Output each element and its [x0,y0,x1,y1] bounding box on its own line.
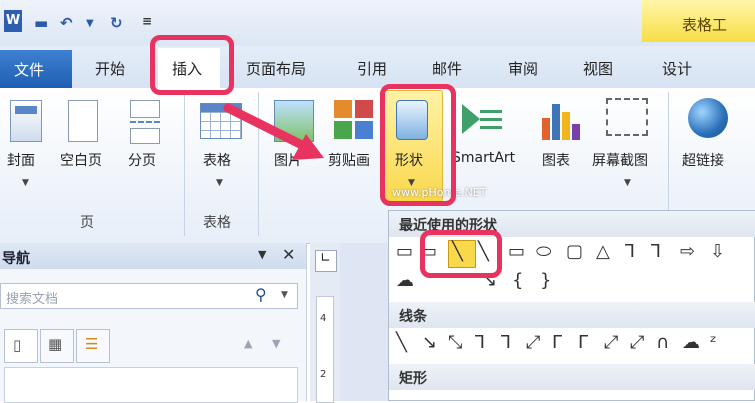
curved-double-arrow-connector-shape-icon[interactable]: ⤢ [604,332,618,353]
screenshot-button[interactable]: 屏幕截图 [592,150,648,170]
clip-art-icon[interactable] [334,100,374,140]
curved-arrow-connector-shape-icon[interactable]: ᒥ [578,332,588,353]
ruler-mark: 4 [320,313,327,324]
oval-shape-icon[interactable]: ⬭ [536,241,551,262]
shapes-button-callout [380,84,456,206]
tab-file-label: 文件 [14,61,45,79]
grid-icon: ▦ [48,335,63,353]
chevron-down-icon[interactable]: ▼ [216,178,223,188]
double-arrow-shape-icon[interactable]: ⤡ [448,332,462,353]
page-break-icon[interactable] [130,100,160,144]
elbow-double-arrow-connector-shape-icon[interactable]: ⤢ [526,332,540,353]
tab-design[interactable]: 设计 [662,58,692,79]
pages-view-tab[interactable]: ▦ [40,329,74,363]
right-arrow-shape-icon[interactable]: ⇨ [680,241,695,262]
annotation-arrow [223,103,324,160]
rectangles-title: 矩形 [399,371,427,387]
line-shape-callout [420,230,502,278]
search-placeholder: 搜索文档 [6,292,59,307]
rounded-rectangle-shape-icon[interactable]: ▢ [566,241,583,262]
elbow-arrow-shape-icon[interactable]: ᒣ [650,241,661,262]
smartart-button[interactable]: SmartArt [452,150,515,166]
curve-shape-icon[interactable]: ⤢ [630,332,644,353]
undo-dropdown-icon[interactable]: ▼ [86,18,94,29]
document-outline-icon: ▯ [13,336,22,354]
undo-icon[interactable]: ↶ [60,14,73,32]
tab-references[interactable]: 引用 [357,58,387,79]
elbow-connector-shape-icon[interactable]: ᒣ [624,241,635,262]
results-view-tab[interactable]: ☰ [76,329,110,363]
nav-pane-title: 导航 [2,251,30,267]
cover-page-button[interactable]: 封面 [7,150,35,170]
chevron-down-icon[interactable]: ▼ [281,290,288,300]
chart-button[interactable]: 图表 [542,150,570,170]
contextual-tab-label: 表格工 [682,16,728,34]
lines-header: 线条 [389,302,755,328]
pages-group-name: 页 [80,215,94,231]
elbow-connector-shape-icon[interactable]: ᒣ [474,332,485,353]
cover-page-icon[interactable] [10,100,42,142]
previous-arrow-icon[interactable]: ▲ [244,337,252,350]
blank-page-button[interactable]: 空白页 [60,150,102,170]
elbow-arrow-connector-shape-icon[interactable]: ᒣ [500,332,511,353]
hyperlink-button[interactable]: 超链接 [682,150,724,170]
save-icon[interactable]: ▬ [34,14,48,32]
tab-home[interactable]: 开始 [95,58,125,79]
search-document-field[interactable]: 搜索文档 ⚲ ▼ [0,283,298,309]
chart-icon[interactable] [540,100,580,140]
arrow-shape-icon[interactable]: ↘ [422,332,437,353]
rectangle-shape-icon[interactable]: ▭ [508,241,525,262]
tab-stop-icon: ∟ [320,251,331,266]
page-break-button[interactable]: 分页 [128,150,156,170]
close-icon[interactable]: ✕ [282,245,295,264]
lines-title: 线条 [399,309,427,325]
arc-shape-icon[interactable]: ∩ [656,332,669,353]
nav-results-area [4,367,298,403]
cloud-shape-icon[interactable]: ☁ [396,270,414,291]
next-arrow-icon[interactable]: ▼ [272,337,280,350]
text-box-shape-icon[interactable]: ▭ [396,241,413,262]
tab-file[interactable]: 文件 [0,50,72,88]
navigation-pane: 导航 ▼ ✕ 搜索文档 ⚲ ▼ ▯ ▦ ☰ ▲ ▼ [0,243,307,403]
rectangles-header: 矩形 [389,364,755,390]
chevron-down-icon[interactable]: ▼ [624,178,631,188]
tab-selector-button[interactable]: ∟ [315,250,337,272]
document-margin [340,243,388,401]
globe-link-icon[interactable] [688,98,728,138]
chevron-down-icon[interactable]: ▼ [22,178,29,188]
scribble-shape-icon[interactable]: ᶻ [710,332,717,353]
search-icon[interactable]: ⚲ [255,285,267,304]
word-app-icon[interactable]: W [4,10,22,32]
vertical-ruler[interactable]: 4 2 [316,296,334,403]
left-brace-shape-icon[interactable]: { [512,270,523,291]
tables-group-name: 表格 [203,215,231,231]
line-shape-icon[interactable]: ╲ [396,332,407,353]
group-divider [184,92,185,236]
insert-tab-highlight [150,35,234,95]
redo-icon[interactable]: ↻ [110,14,123,32]
list-icon: ☰ [85,335,99,353]
blank-page-icon[interactable] [68,100,98,142]
contextual-tab-header: 表格工 [642,0,755,42]
customize-qat-icon[interactable]: ≡ [142,14,152,28]
freeform-shape-icon[interactable]: ☁ [682,332,700,353]
ruler-mark: 2 [320,369,327,380]
smartart-icon[interactable] [462,104,502,134]
right-brace-shape-icon[interactable]: } [540,270,551,291]
tab-mailings[interactable]: 邮件 [432,58,462,79]
curved-connector-shape-icon[interactable]: ᒥ [552,332,562,353]
pane-options-icon[interactable]: ▼ [258,248,266,261]
clip-art-button[interactable]: 剪贴画 [328,150,370,170]
tab-page-layout[interactable]: 页面布局 [246,58,306,79]
tab-view[interactable]: 视图 [583,58,613,79]
tab-review[interactable]: 审阅 [508,58,538,79]
down-arrow-shape-icon[interactable]: ⇩ [710,241,725,262]
headings-view-tab[interactable]: ▯ [4,329,38,363]
screenshot-icon[interactable] [606,98,648,136]
triangle-shape-icon[interactable]: △ [596,241,610,262]
